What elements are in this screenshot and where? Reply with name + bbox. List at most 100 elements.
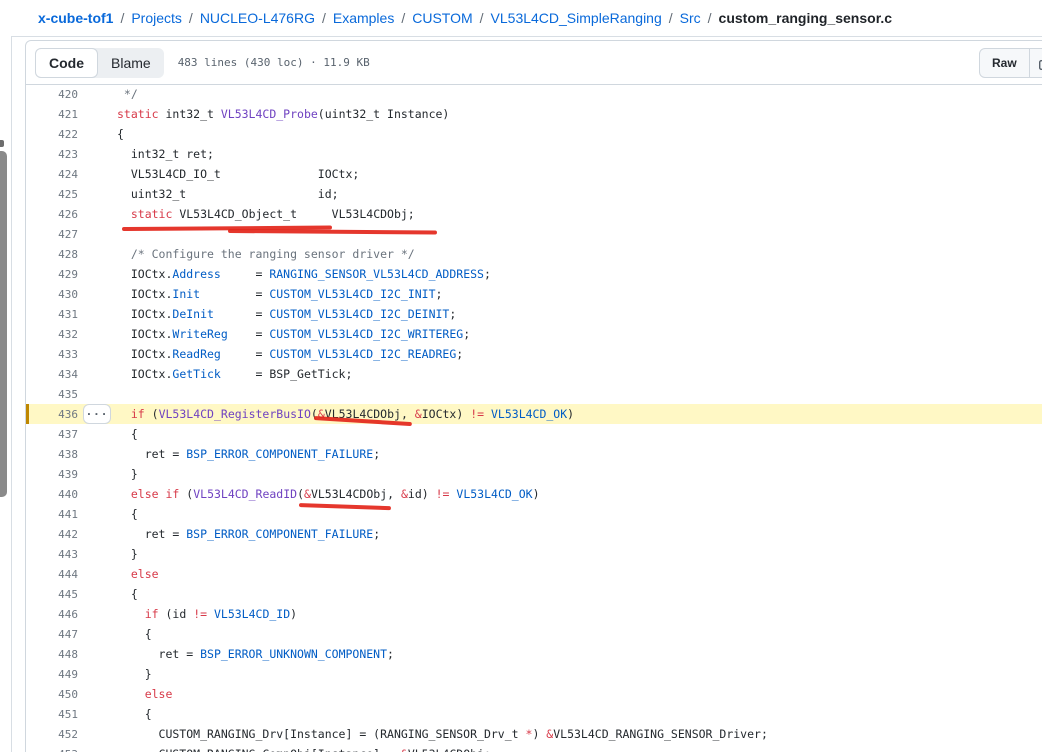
breadcrumb-segment-link[interactable]: VL53L4CD_SimpleRanging <box>491 10 662 26</box>
expand-hunk-button[interactable]: ··· <box>83 404 111 424</box>
code-text: { <box>90 627 152 641</box>
code-line: 429 IOCtx.Address = RANGING_SENSOR_VL53L… <box>26 264 1042 284</box>
file-header: Code Blame 483 lines (430 loc) · 11.9 KB… <box>26 41 1042 85</box>
code-text: static VL53L4CD_Object_t VL53L4CDObj; <box>90 207 415 221</box>
code-text: } <box>90 547 138 561</box>
line-number[interactable]: 420 <box>26 88 90 101</box>
line-number[interactable]: 432 <box>26 328 90 341</box>
code-text: /* Configure the ranging sensor driver *… <box>90 247 415 261</box>
code-line: 433 IOCtx.ReadReg = CUSTOM_VL53L4CD_I2C_… <box>26 344 1042 364</box>
breadcrumb-separator: / <box>322 10 326 26</box>
code-blame-toggle: Code Blame <box>35 48 164 78</box>
code-text: IOCtx.Init = CUSTOM_VL53L4CD_I2C_INIT; <box>90 287 442 301</box>
line-number[interactable]: 436 <box>26 408 90 421</box>
line-number[interactable]: 443 <box>26 548 90 561</box>
line-number[interactable]: 434 <box>26 368 90 381</box>
line-number[interactable]: 426 <box>26 208 90 221</box>
line-number[interactable]: 423 <box>26 148 90 161</box>
line-number[interactable]: 448 <box>26 648 90 661</box>
line-number[interactable]: 428 <box>26 248 90 261</box>
github-file-view: x-cube-tof1 / Projects / NUCLEO-L476RG / Examp… <box>0 0 1042 752</box>
code-text: { <box>90 507 138 521</box>
line-number[interactable]: 446 <box>26 608 90 621</box>
code-line: 442 ret = BSP_ERROR_COMPONENT_FAILURE; <box>26 524 1042 544</box>
raw-button-group: Raw <box>979 48 1042 78</box>
tab-code[interactable]: Code <box>35 48 98 78</box>
code-line: 452 CUSTOM_RANGING_Drv[Instance] = (RANG… <box>26 724 1042 744</box>
line-number[interactable]: 442 <box>26 528 90 541</box>
line-number[interactable]: 450 <box>26 688 90 701</box>
line-number[interactable]: 424 <box>26 168 90 181</box>
code-text: IOCtx.ReadReg = CUSTOM_VL53L4CD_I2C_READ… <box>90 347 463 361</box>
code-line: 428 /* Configure the ranging sensor driv… <box>26 244 1042 264</box>
breadcrumb-filename: custom_ranging_sensor.c <box>719 10 893 26</box>
code-lines: 420 */421static int32_t VL53L4CD_Probe(u… <box>26 84 1042 752</box>
breadcrumb-segment-link[interactable]: CUSTOM <box>412 10 472 26</box>
breadcrumb-segment-link[interactable]: NUCLEO-L476RG <box>200 10 315 26</box>
code-line-highlighted: 436··· if (VL53L4CD_RegisterBusIO(&VL53L… <box>26 404 1042 424</box>
line-number[interactable]: 431 <box>26 308 90 321</box>
line-number[interactable]: 449 <box>26 668 90 681</box>
line-number[interactable]: 422 <box>26 128 90 141</box>
breadcrumb-segment-link[interactable]: Src <box>680 10 701 26</box>
code-line: 437 { <box>26 424 1042 444</box>
breadcrumb: x-cube-tof1 / Projects / NUCLEO-L476RG / Examp… <box>38 0 892 36</box>
left-scrollbar-thumb[interactable] <box>0 151 7 497</box>
code-text: } <box>90 667 152 681</box>
line-number[interactable]: 444 <box>26 568 90 581</box>
code-line: 431 IOCtx.DeInit = CUSTOM_VL53L4CD_I2C_D… <box>26 304 1042 324</box>
code-line: 435 <box>26 384 1042 404</box>
code-line: 451 { <box>26 704 1042 724</box>
raw-button[interactable]: Raw <box>980 49 1030 77</box>
line-number[interactable]: 435 <box>26 388 90 401</box>
line-number[interactable]: 452 <box>26 728 90 741</box>
line-number[interactable]: 433 <box>26 348 90 361</box>
code-line: 440 else if (VL53L4CD_ReadID(&VL53L4CDOb… <box>26 484 1042 504</box>
code-line: 447 { <box>26 624 1042 644</box>
code-line: 439 } <box>26 464 1042 484</box>
line-number[interactable]: 437 <box>26 428 90 441</box>
line-number[interactable]: 438 <box>26 448 90 461</box>
line-number[interactable]: 451 <box>26 708 90 721</box>
line-number[interactable]: 440 <box>26 488 90 501</box>
code-text: VL53L4CD_IO_t IOCtx; <box>90 167 359 181</box>
line-number[interactable]: 427 <box>26 228 90 241</box>
line-number[interactable]: 425 <box>26 188 90 201</box>
line-number[interactable]: 421 <box>26 108 90 121</box>
tab-blame[interactable]: Blame <box>98 48 164 78</box>
copy-button[interactable] <box>1030 49 1042 77</box>
code-text: ret = BSP_ERROR_COMPONENT_FAILURE; <box>90 447 380 461</box>
code-line: 420 */ <box>26 84 1042 104</box>
line-number[interactable]: 441 <box>26 508 90 521</box>
code-text: { <box>90 587 138 601</box>
breadcrumb-segment-link[interactable]: Projects <box>131 10 182 26</box>
line-number[interactable]: 445 <box>26 588 90 601</box>
code-line: 438 ret = BSP_ERROR_COMPONENT_FAILURE; <box>26 444 1042 464</box>
line-number[interactable]: 429 <box>26 268 90 281</box>
line-number[interactable]: 453 <box>26 748 90 752</box>
line-number[interactable]: 430 <box>26 288 90 301</box>
breadcrumb-separator: / <box>708 10 712 26</box>
code-line: 424 VL53L4CD_IO_t IOCtx; <box>26 164 1042 184</box>
code-text: int32_t ret; <box>90 147 214 161</box>
breadcrumb-separator: / <box>669 10 673 26</box>
code-text: ret = BSP_ERROR_UNKNOWN_COMPONENT; <box>90 647 394 661</box>
code-line: 450 else <box>26 684 1042 704</box>
code-line: 441 { <box>26 504 1042 524</box>
left-rail-divider <box>11 36 12 752</box>
code-text: */ <box>90 87 138 101</box>
code-text: if (id != VL53L4CD_ID) <box>90 607 297 621</box>
breadcrumb-segment-link[interactable]: Examples <box>333 10 394 26</box>
code-line: 432 IOCtx.WriteReg = CUSTOM_VL53L4CD_I2C… <box>26 324 1042 344</box>
code-line: 446 if (id != VL53L4CD_ID) <box>26 604 1042 624</box>
code-text: IOCtx.Address = RANGING_SENSOR_VL53L4CD_… <box>90 267 491 281</box>
line-number[interactable]: 439 <box>26 468 90 481</box>
code-line: 423 int32_t ret; <box>26 144 1042 164</box>
code-line: 434 IOCtx.GetTick = BSP_GetTick; <box>26 364 1042 384</box>
breadcrumb-repo-link[interactable]: x-cube-tof1 <box>38 10 113 26</box>
line-number[interactable]: 447 <box>26 628 90 641</box>
code-text: IOCtx.DeInit = CUSTOM_VL53L4CD_I2C_DEINI… <box>90 307 456 321</box>
file-container: Code Blame 483 lines (430 loc) · 11.9 KB… <box>25 40 1042 752</box>
code-line: 421static int32_t VL53L4CD_Probe(uint32_… <box>26 104 1042 124</box>
code-text: IOCtx.WriteReg = CUSTOM_VL53L4CD_I2C_WRI… <box>90 327 470 341</box>
